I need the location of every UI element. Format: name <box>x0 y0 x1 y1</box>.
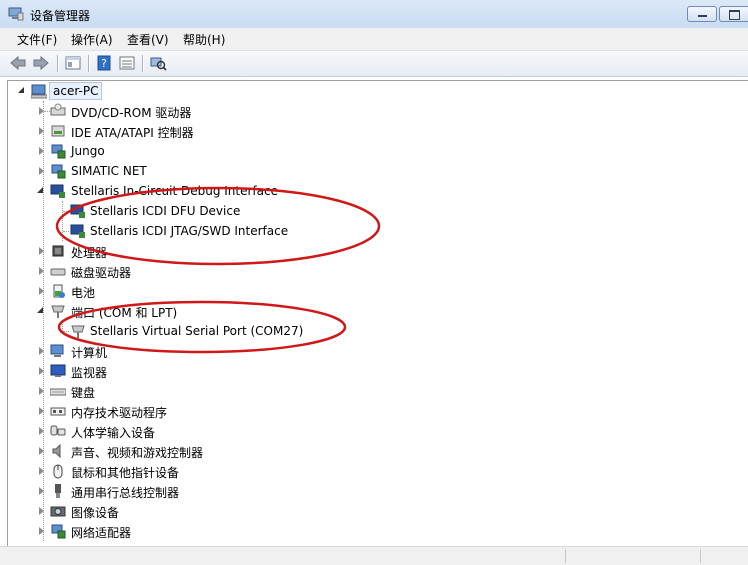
tree-root-label: acer-PC <box>49 82 103 100</box>
disk-drive-icon <box>50 268 66 276</box>
tree-guide-line <box>63 331 69 332</box>
tree-item-label: 电池 <box>71 286 96 300</box>
maximize-button[interactable] <box>719 6 748 22</box>
tree-item-label: 声音、视频和游戏控制器 <box>71 446 204 460</box>
dvd-drive-icon <box>50 103 66 116</box>
tree-item-label: 计算机 <box>71 346 108 360</box>
expand-arrow-icon[interactable] <box>39 107 44 115</box>
back-arrow-icon[interactable] <box>9 55 27 71</box>
processor-icon <box>52 245 64 257</box>
expand-arrow-icon[interactable] <box>39 527 44 535</box>
tree-item-label: Stellaris In-Circuit Debug Interface <box>71 184 278 198</box>
tree-item-label: 内存技术驱动程序 <box>71 406 168 420</box>
tree-item-label: IDE ATA/ATAPI 控制器 <box>71 126 194 140</box>
device-tree[interactable]: acer-PC DVD/CD-ROM 驱动器 IDE ATA/ATAPI 控制器… <box>7 80 748 547</box>
debug-device-icon <box>70 204 85 218</box>
tree-item-label: Stellaris Virtual Serial Port (COM27) <box>90 324 304 338</box>
menu-view[interactable]: 查看(V) <box>127 31 169 48</box>
debug-interface-icon <box>50 184 65 198</box>
toolbar-separator <box>57 55 58 72</box>
memory-icon <box>50 407 66 416</box>
forward-arrow-icon[interactable] <box>32 55 50 71</box>
expand-arrow-icon[interactable] <box>39 147 44 155</box>
tree-guide-line <box>63 211 69 212</box>
tree-guide-line <box>63 231 69 232</box>
imaging-icon <box>50 506 66 517</box>
debug-device-icon <box>70 224 85 238</box>
device-icon <box>51 144 66 159</box>
tree-item-label: Jungo <box>71 144 105 158</box>
expand-arrow-icon[interactable] <box>39 287 44 295</box>
view-icon[interactable] <box>118 55 136 71</box>
expand-arrow-icon[interactable] <box>39 367 44 375</box>
sound-icon <box>52 443 61 459</box>
window-title: 设备管理器 <box>30 9 91 23</box>
title-bar: 设备管理器 <box>0 0 748 29</box>
keyboard-icon <box>50 388 66 396</box>
hid-icon <box>50 425 66 436</box>
expand-arrow-icon[interactable] <box>39 167 44 175</box>
mouse-icon <box>53 464 63 479</box>
collapse-arrow-icon[interactable] <box>18 87 24 93</box>
properties-icon[interactable] <box>64 55 82 71</box>
tree-item-label: 人体学输入设备 <box>71 426 156 440</box>
status-separator <box>565 549 566 563</box>
menu-bar: 文件(F) 操作(A) 查看(V) 帮助(H) <box>0 28 748 51</box>
tree-item-label: Stellaris ICDI JTAG/SWD Interface <box>90 224 289 238</box>
tree-item-label: 键盘 <box>71 386 96 400</box>
tree-item-label: 网络适配器 <box>71 526 132 540</box>
expand-arrow-icon[interactable] <box>39 487 44 495</box>
network-adapter-icon <box>51 524 66 539</box>
tree-guide-line <box>62 321 63 331</box>
collapse-arrow-icon[interactable] <box>37 187 43 193</box>
tree-item-label: 磁盘驱动器 <box>71 266 132 280</box>
expand-arrow-icon[interactable] <box>39 387 44 395</box>
port-icon <box>71 325 85 338</box>
port-icon <box>51 305 65 318</box>
network-device-icon <box>51 164 66 179</box>
menu-help[interactable]: 帮助(H) <box>183 31 225 48</box>
tree-item-label: DVD/CD-ROM 驱动器 <box>71 106 192 120</box>
help-icon[interactable]: ? <box>95 55 113 71</box>
expand-arrow-icon[interactable] <box>39 127 44 135</box>
status-bar <box>0 546 748 565</box>
tree-item-label: 鼠标和其他指针设备 <box>71 466 180 480</box>
expand-arrow-icon[interactable] <box>39 467 44 475</box>
menu-file[interactable]: 文件(F) <box>17 31 57 48</box>
expand-arrow-icon[interactable] <box>39 247 44 255</box>
computer-icon <box>50 344 64 357</box>
tree-item-label: SIMATIC NET <box>71 164 147 178</box>
tree-guide-line <box>62 201 63 241</box>
tree-item-label: 处理器 <box>71 246 108 260</box>
toolbar: ? <box>0 51 748 77</box>
tree-item-label: 端口 (COM 和 LPT) <box>71 306 178 320</box>
toolbar-separator <box>88 55 89 72</box>
scan-hardware-icon[interactable] <box>149 55 167 71</box>
menu-action[interactable]: 操作(A) <box>71 31 113 48</box>
tree-item-label: 通用串行总线控制器 <box>71 486 180 500</box>
usb-icon <box>55 484 61 498</box>
tree-item-label: 图像设备 <box>71 506 120 520</box>
collapse-arrow-icon[interactable] <box>37 307 43 313</box>
status-separator <box>700 549 701 563</box>
expand-arrow-icon[interactable] <box>39 447 44 455</box>
device-manager-app-icon <box>8 7 24 21</box>
expand-arrow-icon[interactable] <box>39 347 44 355</box>
tree-item-label: 监视器 <box>71 366 108 380</box>
battery-icon <box>53 284 65 298</box>
minimize-button[interactable] <box>687 6 717 22</box>
computer-icon <box>31 84 47 99</box>
tree-item-label: Stellaris ICDI DFU Device <box>90 204 241 218</box>
expand-arrow-icon[interactable] <box>39 267 44 275</box>
expand-arrow-icon[interactable] <box>39 407 44 415</box>
ide-controller-icon <box>51 125 65 137</box>
expand-arrow-icon[interactable] <box>39 507 44 515</box>
svg-text:?: ? <box>101 57 107 70</box>
toolbar-separator <box>142 55 143 72</box>
expand-arrow-icon[interactable] <box>39 427 44 435</box>
monitor-icon <box>50 364 66 377</box>
